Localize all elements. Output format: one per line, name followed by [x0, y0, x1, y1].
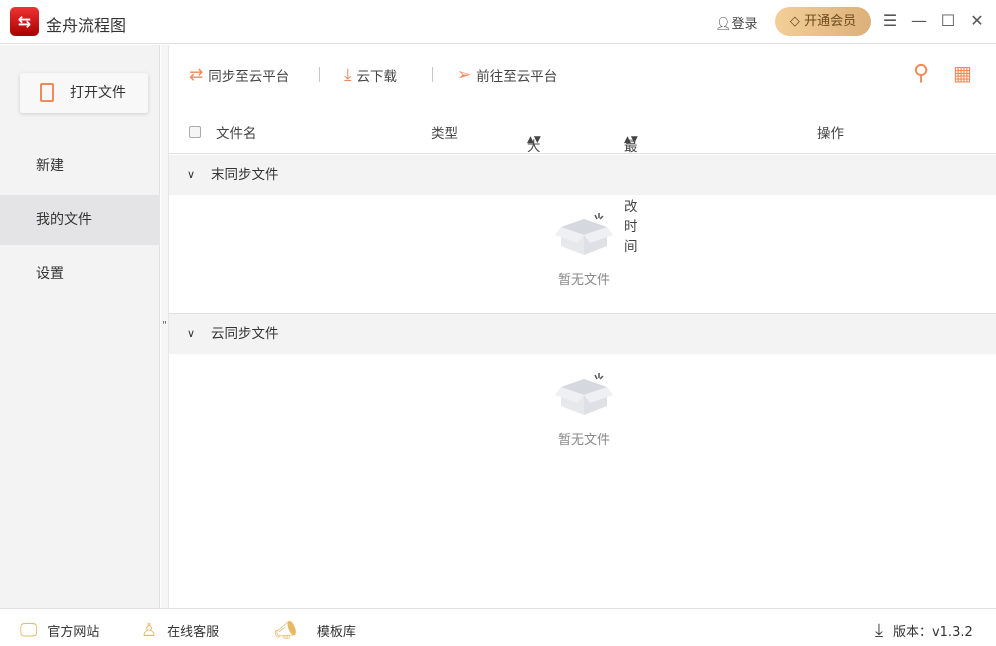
sidebar: 打开文件 新建 我的文件 设置 [0, 45, 160, 608]
send-icon: ➢ [457, 65, 472, 85]
table-header: 文件名 类型 大小 ▲▼ 最后修改时间 ▲▼ 操作 [169, 109, 996, 255]
person-icon: ♙ [141, 620, 158, 641]
chevron-down-icon: ∨ [187, 168, 196, 181]
main-panel: ⇄同步至云平台 ⤓云下载 ➢前往至云平台 ⚲ ▦ 文件名 类型 大小 ▲▼ 最后… [169, 45, 996, 608]
sync-icon: ⇄ [189, 65, 204, 85]
download-icon: ⤓ [344, 65, 352, 85]
search-icon[interactable]: ⚲ [913, 61, 934, 86]
minimize-icon[interactable]: — [909, 11, 929, 30]
footer: 🖵︎ 官方网站 ♙ 在线客服 📣︎ 模板库 ⤓ 版本：v1.3.2 [0, 608, 996, 646]
version-info[interactable]: ⤓ 版本：v1.3.2 [875, 620, 973, 641]
cloud-download-button[interactable]: ⤓ 云下载 [344, 65, 397, 85]
sidebar-item-my-files[interactable]: 我的文件 [0, 195, 160, 245]
app-title: 金舟流程图 [46, 16, 127, 35]
diamond-icon: ◇ [789, 14, 805, 29]
app-logo-icon: ⇆ [10, 7, 39, 36]
maximize-icon[interactable]: ☐ [938, 11, 958, 30]
menu-icon[interactable]: ☰ [880, 11, 900, 30]
open-file-button[interactable]: 打开文件 [20, 73, 148, 113]
website-link[interactable]: 🖵︎ 官方网站 [20, 620, 99, 641]
sort-icon: ▲▼ [527, 135, 541, 145]
empty-box-icon [555, 213, 613, 255]
vip-button[interactable]: ◇ 开通会员 [775, 7, 871, 36]
goto-cloud-button[interactable]: ➢ 前往至云平台 [457, 65, 557, 85]
customer-service-link[interactable]: ♙ 在线客服 [141, 620, 219, 641]
col-action: 操作 [817, 126, 844, 142]
close-icon[interactable]: ✕ [967, 11, 987, 30]
monitor-icon: 🖵︎ [20, 620, 38, 641]
sort-icon: ▲▼ [624, 135, 638, 145]
sidebar-item-settings[interactable]: 设置 [0, 249, 160, 299]
file-icon [40, 83, 54, 102]
select-all-checkbox[interactable] [189, 126, 201, 138]
empty-box-icon [555, 373, 613, 415]
login-button[interactable]: 👤︎登录 [715, 13, 758, 32]
chevron-down-icon: ∨ [187, 327, 196, 340]
empty-state: 暂无文件 [539, 373, 629, 448]
divider [319, 67, 320, 82]
grid-view-icon[interactable]: ▦ [953, 61, 977, 85]
divider [432, 67, 433, 82]
col-name[interactable]: 文件名 [216, 122, 257, 142]
download-icon: ⤓ [875, 620, 883, 641]
sidebar-item-new[interactable]: 新建 [0, 141, 160, 191]
user-icon: 👤︎ [715, 17, 732, 32]
title-bar: ⇆ 金舟流程图 👤︎登录 ◇ 开通会员 ☰ — ☐ ✕ [0, 0, 996, 44]
col-type[interactable]: 类型 [431, 122, 458, 142]
template-library-link[interactable]: 📣︎ 模板库 [274, 620, 356, 641]
section-unsynced[interactable]: ∨ 末同步文件 [169, 155, 996, 195]
sync-to-cloud-button[interactable]: ⇄ 同步至云平台 [189, 65, 289, 85]
splitter-handle[interactable]: " [161, 45, 169, 608]
empty-state: 暂无文件 [539, 213, 629, 288]
megaphone-icon: 📣︎ [274, 620, 297, 641]
section-cloud-synced[interactable]: ∨ 云同步文件 [169, 314, 996, 354]
